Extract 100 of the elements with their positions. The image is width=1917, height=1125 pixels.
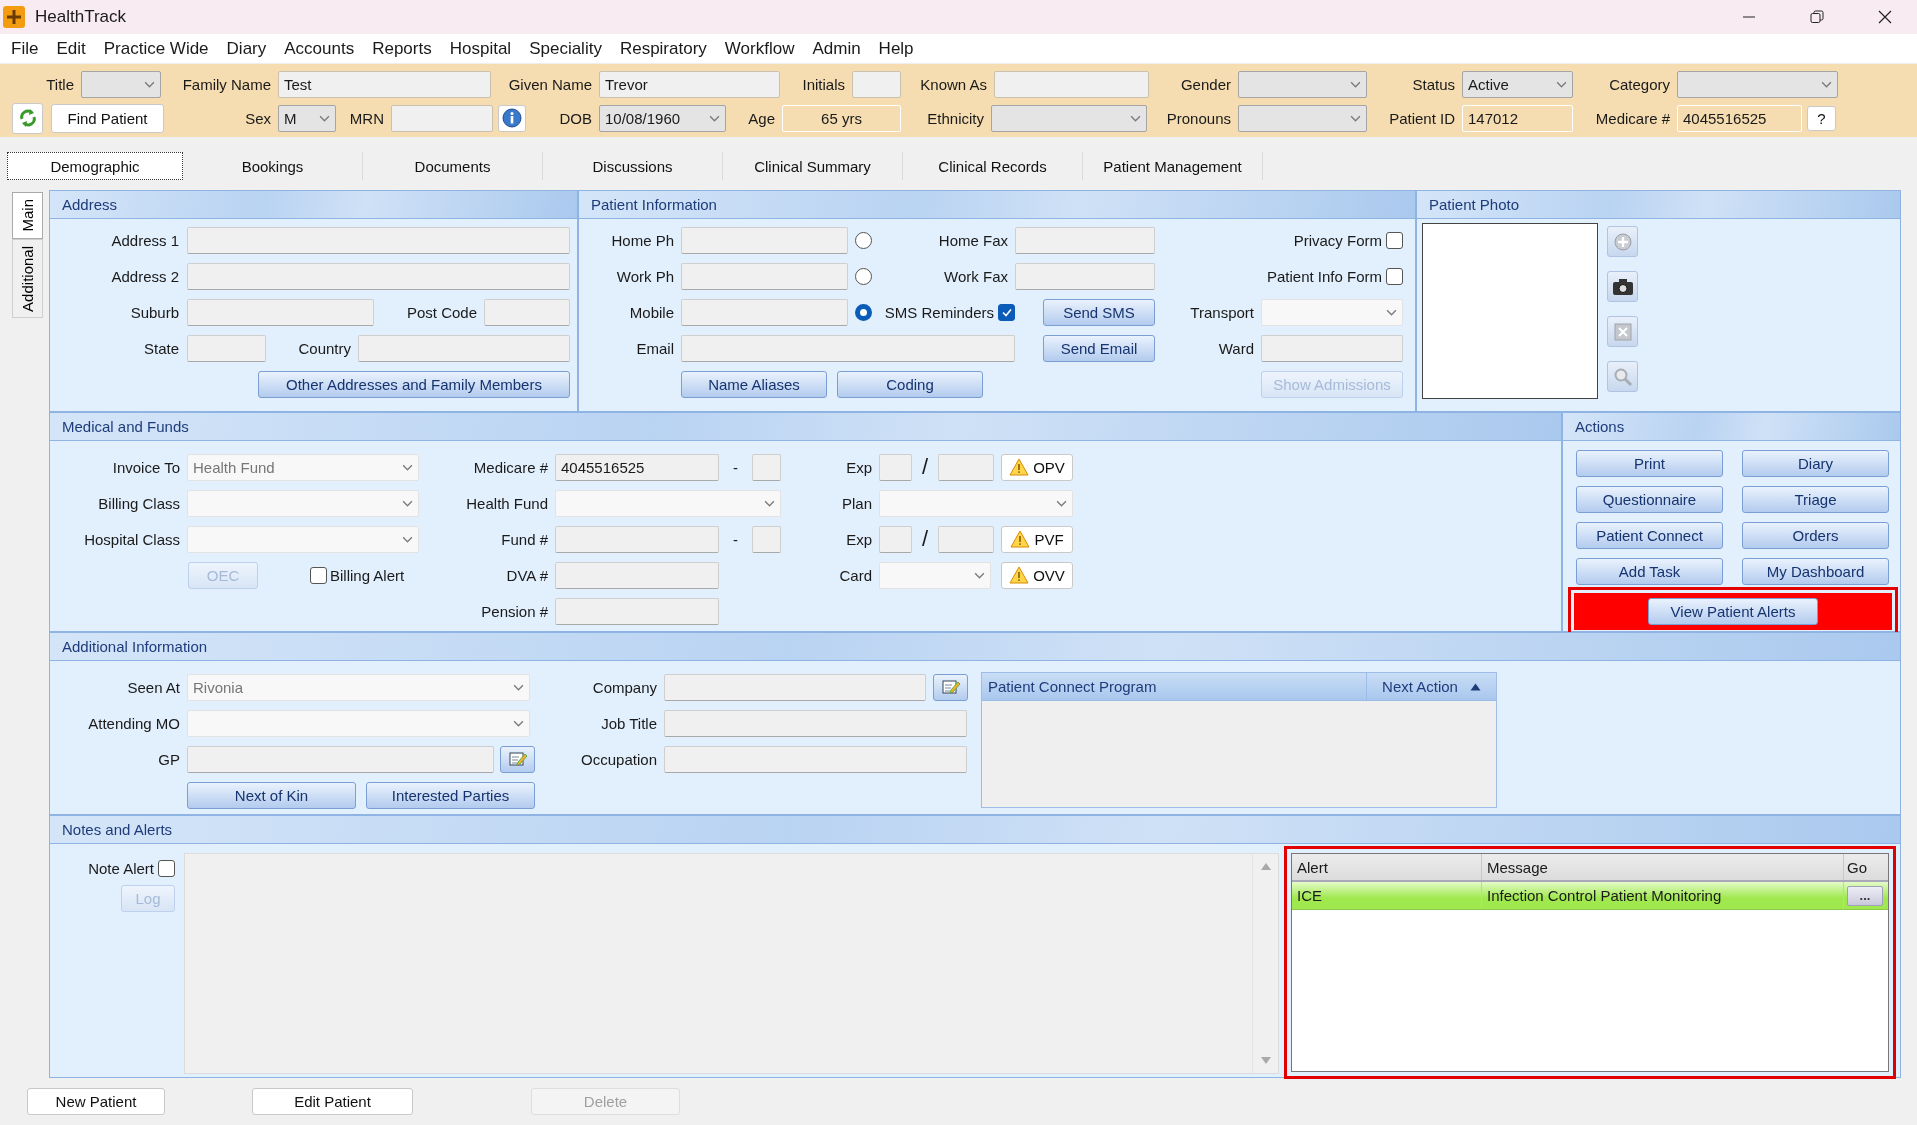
action-button[interactable]: Questionnaire bbox=[1576, 486, 1723, 513]
refresh-button[interactable] bbox=[12, 102, 43, 134]
text-field[interactable]: Test bbox=[278, 70, 491, 98]
camera-button[interactable] bbox=[1607, 271, 1638, 302]
dropdown[interactable] bbox=[81, 70, 161, 98]
action-button[interactable]: Orders bbox=[1742, 522, 1889, 549]
checkbox[interactable] bbox=[998, 303, 1015, 321]
action-button[interactable]: Add Task bbox=[1576, 558, 1723, 585]
delete-photo-button[interactable] bbox=[1607, 316, 1638, 347]
radio-button[interactable] bbox=[854, 231, 872, 249]
other-addresses-button[interactable]: Other Addresses and Family Members bbox=[258, 370, 570, 398]
action-button[interactable]: Coding bbox=[837, 370, 983, 398]
text-field[interactable]: 65 yrs bbox=[782, 104, 901, 132]
send-sms-button[interactable]: Send SMS bbox=[1043, 298, 1155, 326]
info-button[interactable] bbox=[498, 104, 526, 132]
action-button[interactable]: Diary bbox=[1742, 450, 1889, 477]
text-field[interactable]: 4045516525 bbox=[1677, 104, 1802, 132]
text-field[interactable] bbox=[1015, 262, 1155, 290]
column-header[interactable]: Message bbox=[1482, 854, 1844, 880]
warning-button[interactable]: OVV bbox=[1001, 561, 1073, 589]
text-field[interactable] bbox=[879, 525, 912, 553]
edit-button[interactable] bbox=[500, 745, 535, 773]
radio-button[interactable] bbox=[854, 267, 872, 285]
action-button[interactable]: Print bbox=[1576, 450, 1723, 477]
menu-item[interactable]: Practice Wide bbox=[94, 38, 218, 59]
footer-button[interactable]: New Patient bbox=[27, 1088, 165, 1115]
text-field[interactable] bbox=[681, 334, 1015, 362]
text-field[interactable] bbox=[187, 298, 374, 326]
text-field[interactable] bbox=[664, 709, 967, 737]
action-button[interactable]: Interested Parties bbox=[366, 781, 535, 809]
radio-button[interactable] bbox=[854, 303, 872, 321]
text-field[interactable] bbox=[681, 298, 848, 326]
column-header[interactable]: Patient Connect Program bbox=[982, 673, 1367, 700]
restore-icon[interactable] bbox=[1810, 10, 1824, 24]
scroll-down-icon[interactable] bbox=[1259, 1056, 1272, 1065]
go-button[interactable]: ... bbox=[1847, 885, 1883, 906]
dropdown[interactable]: 10/08/1960 bbox=[599, 104, 726, 132]
text-field[interactable] bbox=[358, 334, 570, 362]
text-field[interactable]: 4045516525 bbox=[555, 453, 719, 481]
text-field[interactable] bbox=[555, 561, 719, 589]
footer-button[interactable]: Edit Patient bbox=[252, 1088, 413, 1115]
warning-button[interactable]: OPV bbox=[1001, 453, 1073, 481]
action-button[interactable]: Name Aliases bbox=[681, 370, 827, 398]
send-email-button[interactable]: Send Email bbox=[1043, 334, 1155, 362]
text-field[interactable] bbox=[187, 226, 570, 254]
text-field[interactable] bbox=[187, 262, 570, 290]
text-field[interactable] bbox=[681, 226, 848, 254]
text-field[interactable]: 147012 bbox=[1462, 104, 1573, 132]
text-field[interactable] bbox=[187, 334, 266, 362]
view-patient-alerts-button[interactable]: View Patient Alerts bbox=[1648, 598, 1818, 625]
text-field[interactable] bbox=[852, 70, 901, 98]
close-icon[interactable] bbox=[1878, 10, 1892, 24]
scroll-up-icon[interactable] bbox=[1259, 862, 1272, 871]
zoom-photo-button[interactable] bbox=[1607, 361, 1638, 392]
side-tab[interactable]: Main bbox=[12, 192, 43, 239]
text-field[interactable] bbox=[555, 597, 719, 625]
column-header[interactable]: Alert bbox=[1292, 854, 1482, 880]
dropdown[interactable]: Health Fund bbox=[187, 453, 419, 481]
checkbox[interactable] bbox=[310, 566, 327, 584]
menu-item[interactable]: Reports bbox=[363, 38, 441, 59]
text-field[interactable] bbox=[752, 525, 781, 553]
dropdown[interactable] bbox=[1238, 104, 1367, 132]
menu-item[interactable]: Help bbox=[869, 38, 923, 59]
text-field[interactable] bbox=[994, 70, 1149, 98]
text-field[interactable] bbox=[555, 525, 719, 553]
text-field[interactable] bbox=[1261, 334, 1403, 362]
text-field[interactable] bbox=[391, 104, 493, 132]
warning-button[interactable]: PVF bbox=[1001, 525, 1073, 553]
table-row[interactable]: ICE Infection Control Patient Monitoring ... bbox=[1292, 882, 1888, 910]
column-header[interactable]: Go bbox=[1844, 854, 1888, 880]
action-button[interactable]: My Dashboard bbox=[1742, 558, 1889, 585]
text-field[interactable] bbox=[664, 673, 926, 701]
action-button[interactable]: Triage bbox=[1742, 486, 1889, 513]
dropdown[interactable] bbox=[991, 104, 1147, 132]
text-field[interactable] bbox=[1015, 226, 1155, 254]
text-field[interactable] bbox=[664, 745, 967, 773]
action-button[interactable]: Next of Kin bbox=[187, 781, 356, 809]
text-field[interactable] bbox=[681, 262, 848, 290]
checkbox[interactable] bbox=[1386, 267, 1403, 285]
dropdown[interactable] bbox=[1238, 70, 1367, 98]
menu-item[interactable]: Admin bbox=[803, 38, 870, 59]
menu-item[interactable]: Workflow bbox=[715, 38, 804, 59]
edit-button[interactable] bbox=[933, 673, 968, 701]
text-field[interactable] bbox=[938, 525, 994, 553]
tab[interactable]: Demographic bbox=[7, 152, 183, 180]
menu-item[interactable]: Accounts bbox=[275, 38, 364, 59]
text-field[interactable] bbox=[484, 298, 570, 326]
checkbox[interactable] bbox=[1386, 231, 1403, 249]
find-patient-button[interactable]: Find Patient bbox=[51, 103, 164, 133]
dropdown[interactable]: M bbox=[278, 104, 336, 132]
menu-item[interactable]: Speciality bbox=[520, 38, 611, 59]
menu-item[interactable]: Hospital bbox=[440, 38, 521, 59]
text-field[interactable] bbox=[752, 453, 781, 481]
column-header[interactable]: Next Action bbox=[1367, 673, 1496, 700]
text-field[interactable] bbox=[187, 745, 494, 773]
text-field[interactable] bbox=[938, 453, 994, 481]
menu-item[interactable]: File bbox=[2, 38, 48, 59]
menu-item[interactable]: Diary bbox=[217, 38, 276, 59]
text-field[interactable]: Trevor bbox=[599, 70, 780, 98]
menu-item[interactable]: Edit bbox=[47, 38, 95, 59]
